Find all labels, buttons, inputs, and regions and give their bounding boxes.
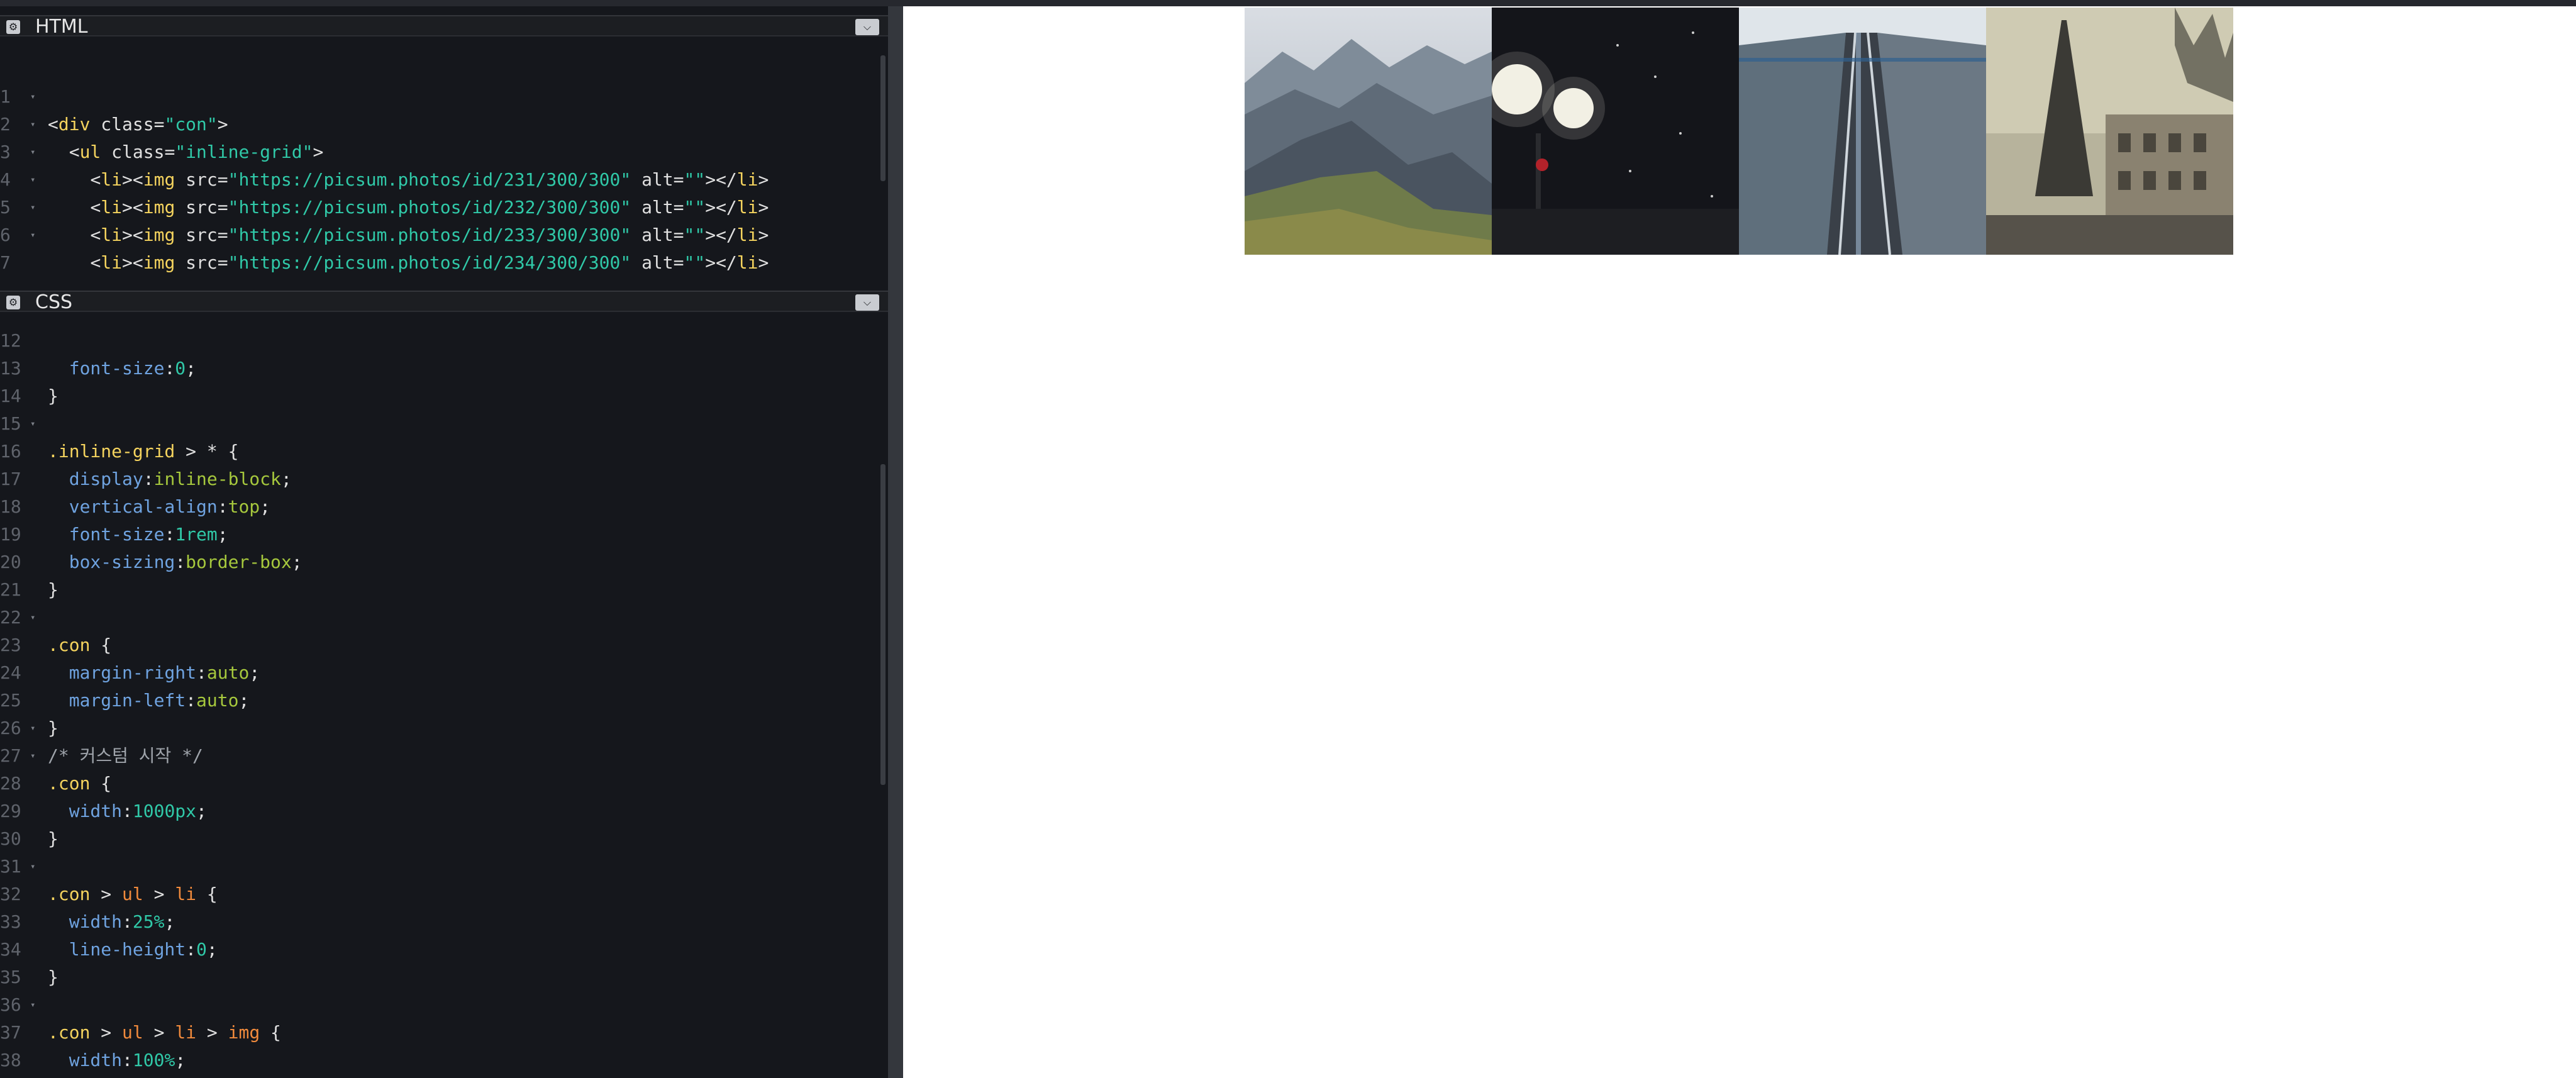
html-panel-title: HTML bbox=[35, 16, 88, 38]
code-line: 19 box-sizing:border-box; bbox=[0, 524, 303, 572]
code-line: 1 ▾ <div class="con"> bbox=[0, 86, 228, 135]
code-line: 12 font-size:0; bbox=[0, 330, 197, 379]
code-line: 17 vertical-align:top; bbox=[0, 469, 271, 517]
chevron-down-icon[interactable]: ⌵ bbox=[855, 294, 879, 311]
mountain-image bbox=[1245, 8, 1492, 255]
editor-pane: ⚙ HTML ⌵ 1 ▾ <div class="con"> 2 ▾ <ul cla… bbox=[0, 6, 888, 1078]
railway-image bbox=[1739, 8, 1986, 255]
code-line: 35 bbox=[0, 967, 21, 987]
gear-icon[interactable]: ⚙ bbox=[6, 20, 20, 34]
street-lamps-image bbox=[1492, 8, 1739, 255]
code-line: 8 </div> bbox=[0, 249, 874, 282]
html-panel-header: ⚙ HTML ⌵ bbox=[0, 15, 888, 36]
code-line: 2 ▾ <ul class="inline-grid"> bbox=[0, 114, 324, 162]
code-line: 36 ▾ .con > ul > li > img { bbox=[0, 994, 281, 1043]
code-line: 37 width:100%; bbox=[0, 1022, 186, 1070]
css-editor[interactable]: 12 font-size:0; 13 } 14 15 ▾ .inline-grid… bbox=[0, 313, 888, 1078]
code-line: 30 bbox=[0, 828, 21, 849]
code-line: 7 </ul> bbox=[0, 252, 122, 282]
pane-splitter[interactable] bbox=[888, 6, 903, 1078]
code-line: 22 ▾ .con { bbox=[0, 607, 112, 655]
code-line: 21 bbox=[0, 579, 21, 600]
image-grid bbox=[1245, 8, 2233, 255]
code-line: 23 margin-right:auto; bbox=[0, 635, 260, 683]
css-panel-title: CSS bbox=[35, 291, 73, 313]
code-line: 31 ▾ .con > ul > li { bbox=[0, 856, 218, 904]
code-line: 15 ▾ .inline-grid > * { bbox=[0, 413, 239, 462]
code-line: 32 width:25%; bbox=[0, 884, 175, 932]
code-line: 6 ▾ <li><img src="https://picsum.photos/i… bbox=[0, 225, 769, 273]
code-line: 14 bbox=[0, 386, 21, 406]
code-line: 26 ▾ /* 커스텀 시작 */ bbox=[0, 718, 203, 766]
code-line: 28 width:1000px; bbox=[0, 773, 207, 821]
css-scrollbar[interactable] bbox=[880, 464, 886, 785]
code-line: 33 line-height:0; bbox=[0, 911, 218, 960]
chevron-down-icon[interactable]: ⌵ bbox=[855, 19, 879, 35]
preview-pane bbox=[903, 6, 2576, 1078]
code-line: 25 } bbox=[0, 690, 58, 738]
html-scrollbar[interactable] bbox=[880, 55, 886, 181]
code-line: 29 } bbox=[0, 801, 58, 849]
code-line: 24 margin-left:auto; bbox=[0, 662, 250, 711]
gear-icon[interactable]: ⚙ bbox=[6, 296, 20, 309]
code-line: 16 display:inline-block; bbox=[0, 441, 292, 489]
code-line: 20 } bbox=[0, 552, 58, 600]
code-line: 34 } bbox=[0, 939, 58, 987]
html-editor[interactable]: 1 ▾ <div class="con"> 2 ▾ <ul class="inlin… bbox=[0, 55, 888, 282]
code-line: 3 ▾ <li><img src="https://picsum.photos/i… bbox=[0, 142, 769, 190]
code-line: 38 } bbox=[0, 1050, 58, 1078]
code-line: 13 } bbox=[0, 358, 58, 406]
eiffel-tower-image bbox=[1986, 8, 2233, 255]
window-top-bar bbox=[0, 0, 2576, 6]
code-line: 27 ▾ .con { bbox=[0, 745, 112, 794]
code-line: 18 font-size:1rem; bbox=[0, 496, 228, 545]
code-line: 4 ▾ <li><img src="https://picsum.photos/i… bbox=[0, 169, 769, 218]
code-line: 5 ▾ <li><img src="https://picsum.photos/i… bbox=[0, 197, 769, 245]
css-panel-header: ⚙ CSS ⌵ bbox=[0, 291, 888, 312]
